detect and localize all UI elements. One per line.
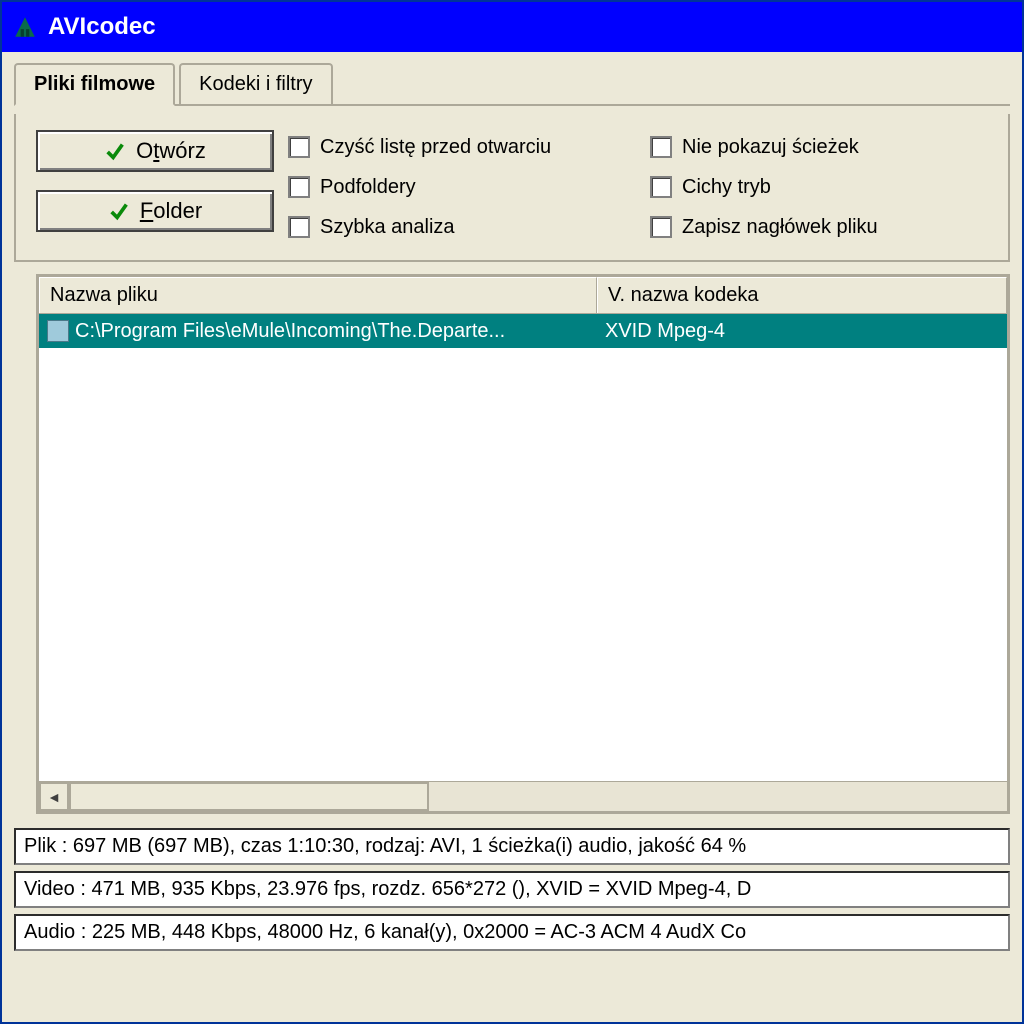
tab-codecs-label: Kodeki i filtry <box>199 73 312 95</box>
check-no-paths[interactable]: Nie pokazuj ścieżek <box>650 136 998 159</box>
file-icon <box>47 320 69 342</box>
folder-label: Folder <box>140 198 202 224</box>
check-icon <box>104 140 126 162</box>
file-path: C:\Program Files\eMule\Incoming\The.Depa… <box>75 320 505 343</box>
options-grid: Czyść listę przed otwarciu Nie pokazuj ś… <box>288 130 998 244</box>
open-label: Otwórz <box>136 138 206 164</box>
info-file: Plik : 697 MB (697 MB), czas 1:10:30, ro… <box>14 828 1010 865</box>
check-subfolders[interactable]: Podfoldery <box>288 176 640 199</box>
info-panel: Plik : 697 MB (697 MB), czas 1:10:30, ro… <box>14 822 1010 951</box>
check-label: Czyść listę przed otwarciu <box>320 136 551 159</box>
checkbox-icon[interactable] <box>288 216 310 238</box>
info-video: Video : 471 MB, 935 Kbps, 23.976 fps, ro… <box>14 871 1010 908</box>
list-header: Nazwa pliku V. nazwa kodeka <box>39 277 1007 314</box>
open-button[interactable]: Otwórz <box>36 130 274 172</box>
checkbox-icon[interactable] <box>288 136 310 158</box>
col-codec-label: V. nazwa kodeka <box>608 284 758 306</box>
app-icon <box>12 14 38 40</box>
tab-movies[interactable]: Pliki filmowe <box>14 63 175 106</box>
checkbox-icon[interactable] <box>288 176 310 198</box>
check-icon <box>108 200 130 222</box>
tab-codecs[interactable]: Kodeki i filtry <box>179 63 332 104</box>
check-label: Zapisz nagłówek pliku <box>682 216 878 239</box>
checkbox-icon[interactable] <box>650 176 672 198</box>
horizontal-scrollbar[interactable]: ◄ <box>39 781 1007 811</box>
list-body[interactable]: C:\Program Files\eMule\Incoming\The.Depa… <box>39 314 1007 781</box>
file-codec: XVID Mpeg-4 <box>597 320 1007 343</box>
checkbox-icon[interactable] <box>650 136 672 158</box>
scroll-thumb[interactable] <box>69 782 429 811</box>
scroll-left-icon[interactable]: ◄ <box>39 782 69 811</box>
check-label: Cichy tryb <box>682 176 771 199</box>
buttons-column: Otwórz Folder <box>36 130 274 244</box>
check-label: Podfoldery <box>320 176 416 199</box>
col-codec[interactable]: V. nazwa kodeka <box>597 277 1007 313</box>
options-panel: Otwórz Folder Czyść listę przed otwarciu… <box>14 114 1010 262</box>
check-clear-list[interactable]: Czyść listę przed otwarciu <box>288 136 640 159</box>
client-area: Pliki filmowe Kodeki i filtry Otwórz <box>2 52 1022 1022</box>
check-label: Nie pokazuj ścieżek <box>682 136 859 159</box>
check-label: Szybka analiza <box>320 216 455 239</box>
col-filename[interactable]: Nazwa pliku <box>39 277 597 313</box>
tabbar: Pliki filmowe Kodeki i filtry <box>14 62 1010 106</box>
window: AVIcodec Pliki filmowe Kodeki i filtry O… <box>0 0 1024 1024</box>
folder-button[interactable]: Folder <box>36 190 274 232</box>
file-list: Nazwa pliku V. nazwa kodeka C:\Program F… <box>36 274 1010 814</box>
window-title: AVIcodec <box>48 13 156 41</box>
check-fast[interactable]: Szybka analiza <box>288 216 640 239</box>
list-item[interactable]: C:\Program Files\eMule\Incoming\The.Depa… <box>39 314 1007 348</box>
titlebar[interactable]: AVIcodec <box>2 2 1022 52</box>
tab-movies-label: Pliki filmowe <box>34 73 155 95</box>
info-audio: Audio : 225 MB, 448 Kbps, 48000 Hz, 6 ka… <box>14 914 1010 951</box>
scroll-track[interactable] <box>69 782 1007 811</box>
check-save-header[interactable]: Zapisz nagłówek pliku <box>650 216 998 239</box>
check-quiet[interactable]: Cichy tryb <box>650 176 998 199</box>
checkbox-icon[interactable] <box>650 216 672 238</box>
col-filename-label: Nazwa pliku <box>50 284 158 306</box>
